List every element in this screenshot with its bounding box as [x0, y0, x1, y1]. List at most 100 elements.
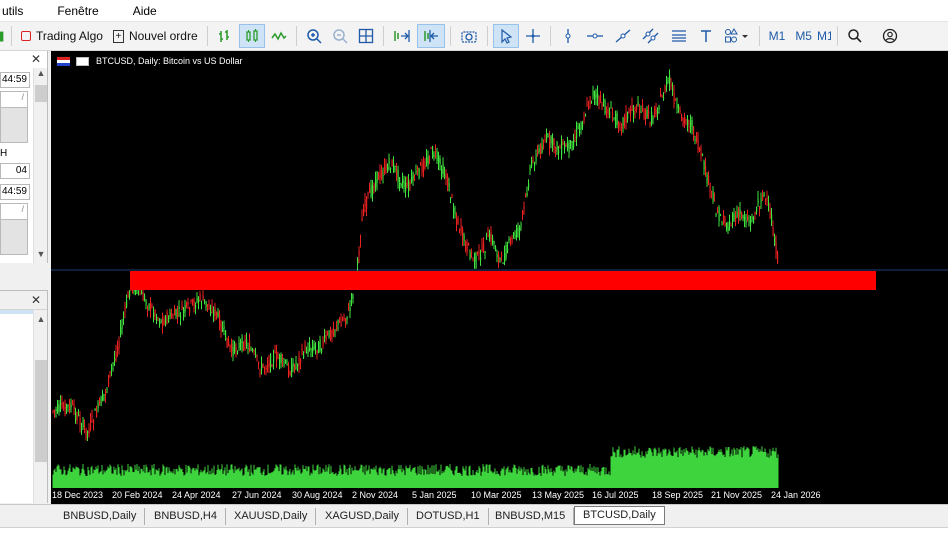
- candle-body: [531, 159, 533, 167]
- one-click-trading-icon[interactable]: [76, 57, 89, 66]
- menu-help[interactable]: Aide: [125, 4, 165, 18]
- close-icon[interactable]: ✕: [31, 52, 41, 66]
- candle-body: [288, 364, 290, 375]
- candle-body: [94, 408, 96, 411]
- cursor-icon[interactable]: [492, 24, 519, 48]
- bar-chart-icon[interactable]: [213, 24, 237, 48]
- text-tool-icon[interactable]: [694, 24, 718, 48]
- candle-body: [150, 301, 152, 311]
- candle-body: [472, 257, 474, 259]
- search-icon[interactable]: [843, 24, 867, 48]
- candle-body: [241, 336, 243, 350]
- candle-body: [735, 216, 737, 223]
- candle-body: [58, 404, 60, 412]
- fibonacci-icon[interactable]: [666, 24, 692, 48]
- sell-button-top-icon: /: [1, 92, 27, 108]
- timeframe-m15-button[interactable]: M1: [817, 29, 831, 43]
- account-icon[interactable]: [878, 24, 902, 48]
- scroll-up-icon[interactable]: ▲: [34, 314, 47, 324]
- candle-body: [82, 419, 84, 428]
- chart-shift-icon[interactable]: [389, 24, 415, 48]
- candle-body: [759, 206, 761, 209]
- timeframe-m1-button[interactable]: M1: [764, 29, 791, 43]
- zoom-in-icon[interactable]: [302, 24, 326, 48]
- zoom-out-icon[interactable]: [328, 24, 352, 48]
- trendline-icon[interactable]: [610, 24, 636, 48]
- toolbar-separator: [449, 26, 451, 46]
- vertical-line-icon[interactable]: [556, 24, 580, 48]
- candle-body: [772, 228, 774, 236]
- line-chart-icon[interactable]: [267, 24, 291, 48]
- tile-windows-icon[interactable]: [354, 24, 378, 48]
- candle-body: [484, 250, 486, 253]
- candle-body: [753, 220, 755, 224]
- screenshot-icon[interactable]: [456, 24, 482, 48]
- candle-body: [87, 431, 89, 434]
- candle-body: [405, 182, 407, 192]
- shapes-dropdown-icon[interactable]: [720, 24, 754, 48]
- scroll-down-icon[interactable]: ▼: [34, 249, 47, 259]
- navigator-highlight-row: [0, 310, 34, 314]
- candle-body: [420, 164, 422, 166]
- menu-window[interactable]: Fenêtre: [49, 4, 106, 18]
- timeframe-m5-button[interactable]: M5: [790, 29, 817, 43]
- candle-body: [507, 248, 509, 251]
- channel-icon[interactable]: [638, 24, 664, 48]
- trading-algo-button[interactable]: Trading Algo: [17, 24, 107, 48]
- candle-body: [304, 345, 306, 348]
- candle-body: [109, 371, 111, 373]
- candlestick-chart-icon[interactable]: [238, 24, 265, 48]
- candle-body: [120, 327, 122, 333]
- candle-body: [705, 165, 707, 175]
- tab-xauusd-daily[interactable]: XAUUSD,Daily: [226, 508, 317, 525]
- menu-tools[interactable]: utils: [0, 4, 31, 18]
- scroll-thumb[interactable]: [35, 85, 47, 102]
- candle-body: [439, 158, 441, 165]
- close-icon[interactable]: ✕: [31, 293, 41, 307]
- date-label: 5 Jan 2025: [412, 490, 457, 500]
- sell-button[interactable]: /: [0, 91, 28, 143]
- toolbar-separator: [206, 26, 208, 46]
- tab-bnbusd-daily[interactable]: BNBUSD,Daily: [55, 508, 146, 525]
- candle-body: [408, 181, 410, 192]
- toolbar-partial-icon[interactable]: ▮: [0, 24, 6, 48]
- new-order-button[interactable]: + Nouvel ordre: [109, 24, 202, 48]
- candle-body: [261, 363, 263, 371]
- candle-body: [201, 302, 203, 304]
- candle-body: [264, 367, 266, 369]
- candle-body: [414, 179, 416, 181]
- candle-body: [538, 148, 540, 153]
- tab-xagusd-daily[interactable]: XAGUSD,Daily: [317, 508, 408, 525]
- candle-body: [246, 339, 248, 343]
- candle-body: [213, 309, 215, 316]
- candle-body: [684, 116, 686, 124]
- candle-body: [207, 304, 209, 306]
- candle-body: [426, 156, 428, 163]
- scroll-up-icon[interactable]: ▲: [34, 68, 47, 78]
- tab-bnbusd-m15[interactable]: BNBUSD,M15: [487, 508, 575, 525]
- candle-body: [307, 348, 309, 354]
- new-order-icon: +: [112, 29, 124, 43]
- autoscroll-icon[interactable]: [416, 24, 445, 48]
- candle-body: [177, 313, 179, 317]
- candle-body: [178, 306, 180, 310]
- candle-body: [471, 250, 473, 254]
- tab-bnbusd-h4[interactable]: BNBUSD,H4: [146, 508, 226, 525]
- scroll-thumb[interactable]: [35, 360, 47, 462]
- market-watch-scrollbar[interactable]: ▲ ▼: [33, 68, 47, 263]
- buy-button[interactable]: /: [0, 203, 28, 255]
- horizontal-line-icon[interactable]: [582, 24, 608, 48]
- candle-body: [268, 360, 270, 368]
- candle-body: [124, 305, 126, 311]
- tab-dotusd-h1[interactable]: DOTUSD,H1: [408, 508, 489, 525]
- navigator-scrollbar[interactable]: ▲: [33, 310, 47, 503]
- candle-body: [342, 318, 344, 321]
- crosshair-icon[interactable]: [521, 24, 545, 48]
- chart-canvas[interactable]: [51, 51, 948, 488]
- candle-body: [751, 216, 753, 220]
- toolbar-separator: [11, 26, 12, 46]
- candle-body: [729, 220, 731, 224]
- tab-btcusd-daily[interactable]: BTCUSD,Daily: [574, 506, 665, 525]
- price-chart[interactable]: BTCUSD, Daily: Bitcoin vs US Dollar 18 D…: [51, 51, 948, 504]
- candle-body: [93, 420, 95, 424]
